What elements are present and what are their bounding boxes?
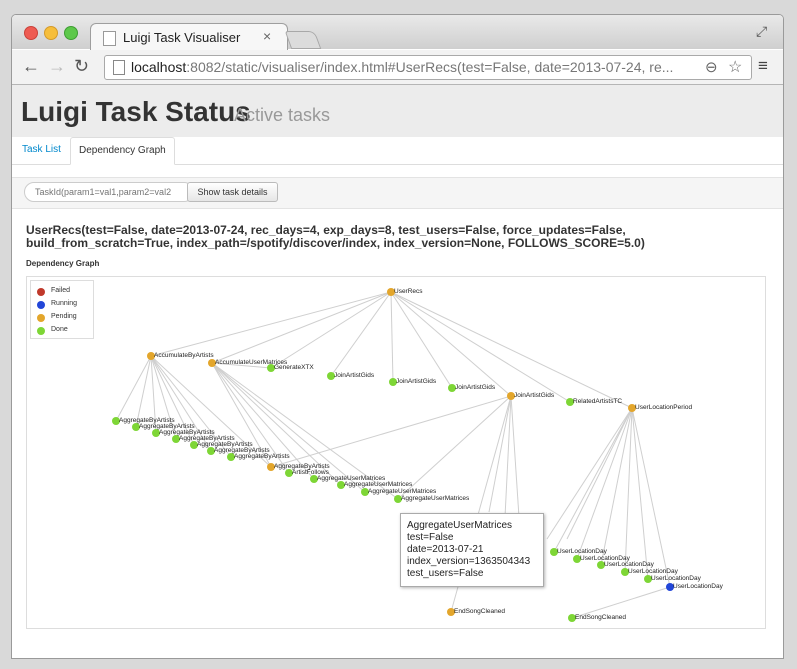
task-node-label: UserLocationDay xyxy=(604,561,655,568)
legend-label: Failed xyxy=(51,287,71,294)
page-favicon-icon xyxy=(103,31,116,46)
task-node-label: UserLocationDay xyxy=(673,583,724,590)
task-id-input[interactable] xyxy=(24,182,194,202)
address-bar[interactable]: localhost:8082/static/visualiser/index.h… xyxy=(104,55,752,80)
show-task-details-button[interactable]: Show task details xyxy=(187,182,278,202)
legend-label: Pending xyxy=(51,313,77,320)
forward-arrow-icon[interactable]: → xyxy=(48,56,66,77)
dependency-edge xyxy=(115,355,152,422)
tooltip-task-name: AggregateUserMatrices xyxy=(407,520,513,531)
legend-dot-failed xyxy=(37,288,45,296)
dependency-edge xyxy=(211,362,315,480)
dependency-edge xyxy=(150,291,392,357)
page-subtitle: Active tasks xyxy=(234,105,331,125)
browser-tab-title: Luigi Task Visualiser xyxy=(123,30,241,45)
maximize-window-button[interactable] xyxy=(64,26,78,40)
task-node-label: UserLocationDay xyxy=(557,548,608,555)
dependency-edge xyxy=(510,395,520,518)
tooltip-param: index_version=1363504343 xyxy=(407,556,531,567)
back-arrow-icon[interactable]: ← xyxy=(22,56,40,77)
bookmark-star-icon[interactable]: ☆ xyxy=(728,57,742,77)
task-node-label: UserLocationDay xyxy=(651,575,702,582)
legend-label: Running xyxy=(51,300,78,307)
dependency-edge xyxy=(631,407,649,580)
legend-label: Done xyxy=(51,326,68,333)
dependency-edge xyxy=(390,291,394,383)
tooltip-param: test_users=False xyxy=(407,568,484,579)
menu-icon[interactable]: ≡ xyxy=(758,56,768,76)
task-node-label: RelatedArtistsTC xyxy=(573,398,622,405)
page-header: Luigi Task Status Active tasks xyxy=(12,85,783,137)
dependency-edge xyxy=(576,407,633,560)
task-node-label: AggregateByArtists xyxy=(234,453,290,460)
dependency-edge xyxy=(270,395,512,468)
task-tooltip: AggregateUserMatrices test=False date=20… xyxy=(400,513,544,587)
dependency-edge xyxy=(390,291,633,409)
dependency-edge xyxy=(270,291,392,369)
task-title: UserRecs(test=False, date=2013-07-24, re… xyxy=(26,223,645,250)
dependency-edge xyxy=(211,291,392,364)
nav-tabs: Task List Dependency Graph xyxy=(12,137,783,165)
close-window-button[interactable] xyxy=(24,26,38,40)
graph-canvas: UserRecsAccumulateByArtistsAccumulateUse… xyxy=(112,288,724,622)
fullscreen-icon[interactable]: ⤢ xyxy=(756,23,767,40)
browser-toolbar: ← → ↻ localhost:8082/static/visualiser/i… xyxy=(12,50,783,85)
tab-dependency-graph[interactable]: Dependency Graph xyxy=(70,137,175,165)
dependency-graph-label: Dependency Graph xyxy=(26,259,100,268)
task-node-label: JoinArtistGids xyxy=(455,384,496,391)
task-node-label: EndSongCleaned xyxy=(575,614,626,621)
dependency-edge xyxy=(566,407,633,540)
url-host: localhost xyxy=(131,59,187,75)
dependency-edge xyxy=(330,291,392,377)
task-node-label: AggregateUserMatrices xyxy=(368,488,437,495)
zoom-icon[interactable]: ⊖ xyxy=(705,58,718,76)
task-node-label: EndSongCleaned xyxy=(454,608,505,615)
url-text[interactable]: localhost:8082/static/visualiser/index.h… xyxy=(131,59,691,75)
task-node-label: JoinArtistGids xyxy=(396,378,437,385)
dependency-graph[interactable]: UserRecs AccumulateByArtists AccumulateUse… xyxy=(26,276,766,629)
task-node-label: UserLocationDay xyxy=(628,568,679,575)
tooltip-param: test=False xyxy=(407,532,454,543)
url-path: :8082/static/visualiser/index.html#UserR… xyxy=(186,59,674,75)
page-icon xyxy=(113,60,125,75)
task-node-label: AccumulateByArtists xyxy=(154,352,214,359)
legend-dot-done xyxy=(37,327,45,335)
page-title: Luigi Task Status xyxy=(21,96,251,127)
graph-legend: Failed Running Pending Done xyxy=(30,280,94,339)
new-tab-button[interactable] xyxy=(284,31,322,49)
legend-dot-running xyxy=(37,301,45,309)
browser-tab[interactable]: Luigi Task Visualiser × xyxy=(90,23,288,51)
reload-icon[interactable]: ↻ xyxy=(74,56,89,77)
minimize-window-button[interactable] xyxy=(44,26,58,40)
task-node-label: AggregateUserMatrices xyxy=(401,495,470,502)
task-node-label: UserLocationPeriod xyxy=(635,404,692,411)
task-search-bar: Show task details xyxy=(12,177,783,209)
tab-task-list[interactable]: Task List xyxy=(14,137,69,163)
dependency-edge xyxy=(624,407,633,573)
task-node-label: GenerateXTX xyxy=(274,364,314,371)
task-node-label: JoinArtistGids xyxy=(334,372,375,379)
task-node-label: UserRecs xyxy=(394,288,423,295)
tab-close-icon[interactable]: × xyxy=(263,28,271,44)
tooltip-param: date=2013-07-21 xyxy=(407,544,484,555)
task-node-label: JoinArtistGids xyxy=(514,392,555,399)
title-bar: Luigi Task Visualiser × ⤢ xyxy=(12,15,783,51)
task-node-label: AggregateUserMatrices xyxy=(344,481,413,488)
browser-window: Luigi Task Visualiser × ⤢ ← → ↻ localhos… xyxy=(11,14,784,659)
dependency-edge xyxy=(553,407,633,553)
legend-dot-pending xyxy=(37,314,45,322)
